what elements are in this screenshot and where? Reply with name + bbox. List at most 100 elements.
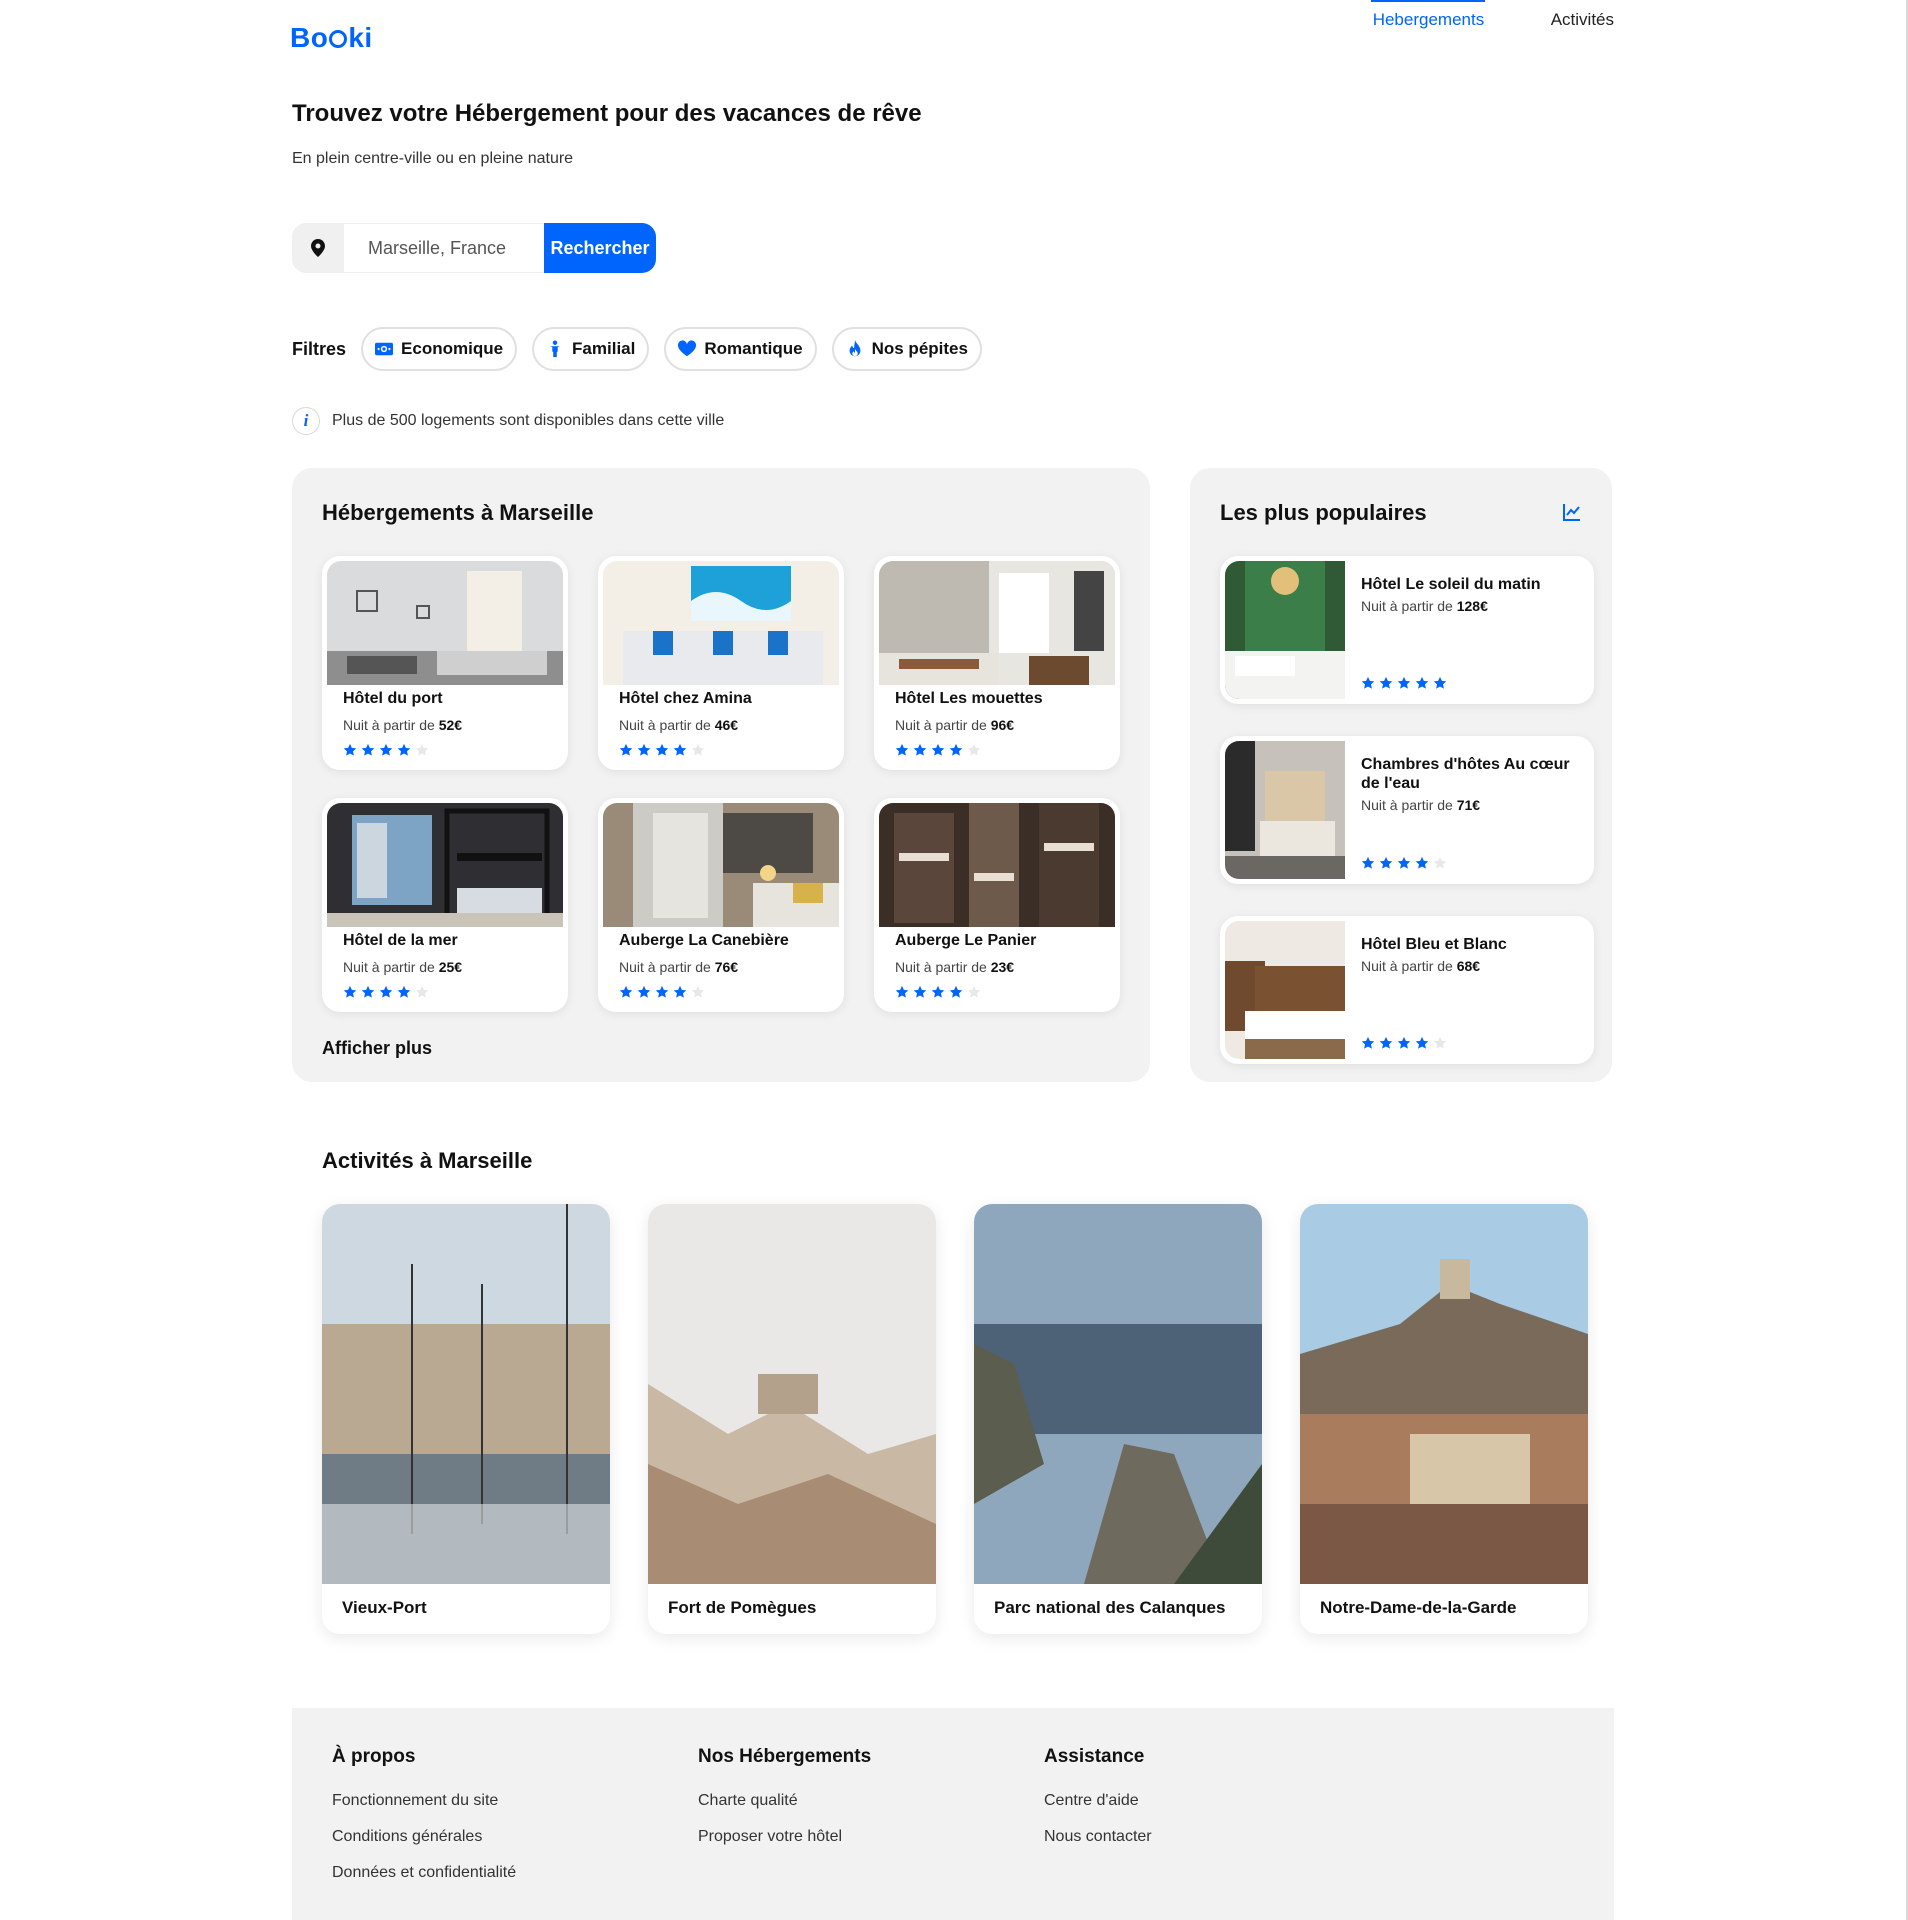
- footer-link[interactable]: Centre d'aide: [1044, 1792, 1152, 1810]
- star-icon: [1415, 856, 1429, 869]
- hotel-rating: [895, 985, 1115, 999]
- popular-hotel-photo: [1225, 741, 1345, 879]
- activity-name: Fort de Pomègues: [668, 1598, 817, 1617]
- footer-link[interactable]: Conditions générales: [332, 1828, 516, 1846]
- hotel-name: Hôtel du port: [343, 690, 443, 707]
- hotel-photo: [879, 561, 1115, 685]
- popular-hotel-price: Nuit à partir de 128€: [1361, 598, 1488, 614]
- booki-page: Bo ki Hebergements Activités Trouvez votr…: [0, 0, 1908, 1920]
- star-icon: [361, 985, 375, 998]
- footer-col-hebergements: Nos Hébergements Charte qualité Proposer…: [698, 1746, 871, 1864]
- star-icon: [1397, 856, 1411, 869]
- filter-economique[interactable]: Economique: [361, 327, 518, 371]
- hotel-photo: [327, 803, 563, 927]
- hotel-card[interactable]: Auberge La Canebière Nuit à partir de 76€: [598, 798, 844, 1012]
- star-icon: [361, 743, 375, 756]
- info-text: Plus de 500 logements sont disponibles d…: [332, 412, 725, 429]
- activity-photo: [648, 1204, 936, 1584]
- activity-name: Notre-Dame-de-la-Garde: [1320, 1598, 1517, 1617]
- hotel-price: Nuit à partir de 96€: [895, 717, 1015, 733]
- star-icon: [415, 743, 429, 756]
- star-icon: [1415, 676, 1429, 689]
- logo-ring-icon: [329, 30, 348, 48]
- footer-link[interactable]: Charte qualité: [698, 1792, 871, 1810]
- hotel-card[interactable]: Hôtel Les mouettes Nuit à partir de 96€: [874, 556, 1120, 770]
- star-icon: [397, 743, 411, 756]
- popular-hotel-card[interactable]: Hôtel Bleu et Blanc Nuit à partir de 68€: [1220, 916, 1594, 1064]
- hotel-card[interactable]: Auberge Le Panier Nuit à partir de 23€: [874, 798, 1120, 1012]
- activites-title: Activités à Marseille: [322, 1148, 533, 1173]
- star-icon: [1433, 676, 1447, 689]
- footer-link[interactable]: Proposer votre hôtel: [698, 1828, 871, 1846]
- search-input[interactable]: [344, 223, 544, 273]
- activites-grid: Vieux-Port Fort de Pomègues Parc national …: [322, 1204, 1588, 1634]
- filter-nos-pepites[interactable]: Nos pépites: [831, 327, 982, 371]
- star-icon: [637, 985, 651, 998]
- star-icon: [967, 743, 981, 756]
- star-icon: [673, 985, 687, 998]
- hero-subtitle: En plein centre-ville ou en pleine natur…: [292, 150, 574, 167]
- popular-hotel-rating: [1361, 856, 1447, 870]
- popular-hotel-photo: [1225, 921, 1345, 1059]
- popular-hotel-rating: [1361, 676, 1447, 690]
- star-icon: [673, 743, 687, 756]
- child-icon: [550, 340, 560, 358]
- star-icon: [619, 985, 633, 998]
- footer-link[interactable]: Fonctionnement du site: [332, 1792, 516, 1810]
- hotel-rating: [343, 743, 563, 757]
- popular-hotel-name: Chambres d'hôtes Au cœur de l'eau: [1361, 756, 1570, 792]
- star-icon: [967, 985, 981, 998]
- filter-label: Nos pépites: [871, 339, 968, 358]
- heart-icon: [678, 340, 697, 357]
- star-icon: [1433, 856, 1447, 869]
- populaires-list: Hôtel Le soleil du matin Nuit à partir de…: [1220, 556, 1594, 1064]
- hotel-card[interactable]: Hôtel de la mer Nuit à partir de 25€: [322, 798, 568, 1012]
- hotel-photo: [603, 803, 839, 927]
- star-icon: [931, 743, 945, 756]
- hotel-card[interactable]: Hôtel du port Nuit à partir de 52€: [322, 556, 568, 770]
- star-icon: [379, 985, 393, 998]
- activity-card[interactable]: Parc national des Calanques: [974, 1204, 1262, 1634]
- fire-icon: [849, 340, 860, 357]
- populaires-title: Les plus populaires: [1220, 500, 1427, 525]
- filter-romantique[interactable]: Romantique: [664, 327, 817, 371]
- nav-hebergements[interactable]: Hebergements: [1370, 0, 1485, 34]
- filter-label: Economique: [401, 339, 504, 358]
- activity-card[interactable]: Vieux-Port: [322, 1204, 610, 1634]
- footer-link[interactable]: Données et confidentialité: [332, 1864, 516, 1882]
- star-icon: [949, 985, 963, 998]
- popular-hotel-card[interactable]: Hôtel Le soleil du matin Nuit à partir de…: [1220, 556, 1594, 704]
- star-icon: [691, 743, 705, 756]
- hotel-photo: [879, 803, 1115, 927]
- search-button[interactable]: Rechercher: [544, 223, 656, 273]
- activity-card[interactable]: Notre-Dame-de-la-Garde: [1300, 1204, 1588, 1634]
- activity-card[interactable]: Fort de Pomègues: [648, 1204, 936, 1634]
- star-icon: [1361, 856, 1375, 869]
- hotel-name: Hôtel chez Amina: [619, 690, 752, 707]
- star-icon: [1361, 1036, 1375, 1049]
- hebergements-section: Hébergements à Marseille Hôtel du port Nu…: [292, 468, 1150, 1082]
- nav-activites[interactable]: Activités: [1551, 0, 1614, 34]
- hotel-card[interactable]: Hôtel chez Amina Nuit à partir de 46€: [598, 556, 844, 770]
- footer-col-apropos: À propos Fonctionnement du site Conditio…: [332, 1746, 516, 1900]
- footer-col-assistance: Assistance Centre d'aide Nous contacter: [1044, 1746, 1152, 1864]
- hotel-rating: [895, 743, 1115, 757]
- star-icon: [691, 985, 705, 998]
- hotel-price: Nuit à partir de 23€: [895, 959, 1015, 975]
- money-icon: [375, 342, 394, 356]
- hotel-name: Auberge La Canebière: [619, 932, 789, 949]
- hotel-name: Hôtel de la mer: [343, 932, 458, 949]
- popular-hotel-card[interactable]: Chambres d'hôtes Au cœur de l'eau Nuit à …: [1220, 736, 1594, 884]
- star-icon: [913, 985, 927, 998]
- location-pin-icon: [292, 223, 344, 273]
- filters-label: Filtres: [292, 338, 347, 359]
- hotel-rating: [619, 985, 839, 999]
- booki-logo[interactable]: Bo ki: [290, 22, 373, 54]
- popular-hotel-name: Hôtel Bleu et Blanc: [1361, 936, 1507, 953]
- trend-chart-icon: [1563, 504, 1580, 521]
- show-more-link[interactable]: Afficher plus: [322, 1038, 432, 1059]
- hotel-rating: [343, 985, 563, 999]
- footer-link[interactable]: Nous contacter: [1044, 1828, 1152, 1846]
- filter-familial[interactable]: Familial: [532, 327, 650, 371]
- hotel-grid: Hôtel du port Nuit à partir de 52€ Hôtel c…: [322, 556, 1120, 1012]
